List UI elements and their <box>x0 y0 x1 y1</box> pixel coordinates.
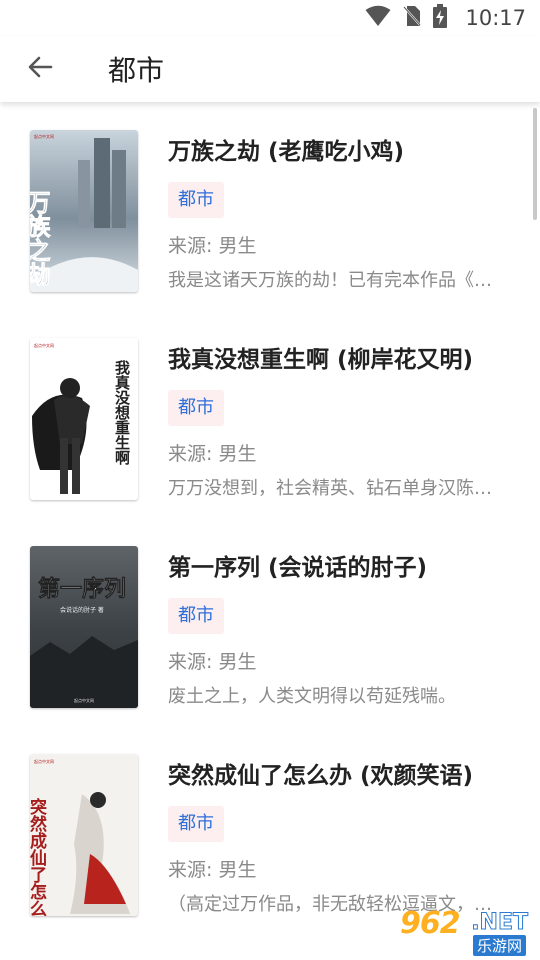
book-list-item[interactable]: 第一序列 会说话的肘子 著 起点中文网 第一序列 (会说话的肘子) 都市 来源:… <box>0 518 540 726</box>
wifi-icon <box>365 5 391 31</box>
cover-publisher: 起点中文网 <box>34 758 54 764</box>
cover-author: 会说话的肘子 著 <box>60 606 104 614</box>
page-title: 都市 <box>108 54 165 87</box>
back-button[interactable] <box>16 45 64 93</box>
cover-title: 突然成仙了怎么办 <box>30 797 47 916</box>
cover-publisher: 起点中文网 <box>74 697 94 703</box>
cover-title-char: 万族之劫 <box>30 190 50 287</box>
source-label: 来源: <box>168 859 219 881</box>
source-label: 来源: <box>168 443 219 465</box>
battery-charging-icon <box>433 4 448 32</box>
watermark-number: 962 <box>400 906 461 941</box>
book-cover: 万族之劫 起点中文网 <box>30 130 138 292</box>
book-description: 万万没想到，社会精英、钻石单身汉陈汉升，重生了 <box>168 478 504 499</box>
book-list-item[interactable]: 万族之劫 起点中文网 万族之劫 (老鹰吃小鸡) 都市 来源: 男生 我是这诸天万… <box>0 102 540 310</box>
cover-publisher: 起点中文网 <box>34 342 54 348</box>
book-source: 来源: 男生 <box>168 647 256 674</box>
watermark-domain: .NET <box>471 910 529 936</box>
cover-title-char: 我真没想重生啊 <box>113 359 131 466</box>
source-label: 来源: <box>168 651 219 673</box>
book-source: 来源: 男生 <box>168 231 256 258</box>
source-value: 男生 <box>218 443 257 465</box>
book-title: 我真没想重生啊 (柳岸花又明) <box>168 347 474 373</box>
book-source: 来源: 男生 <box>168 439 256 466</box>
source-value: 男生 <box>218 859 257 881</box>
scrollbar[interactable] <box>533 108 537 220</box>
book-list: 万族之劫 起点中文网 万族之劫 (老鹰吃小鸡) 都市 来源: 男生 我是这诸天万… <box>0 102 540 934</box>
book-list-item[interactable]: 起点中文网 我真没想重生啊 我真没想重生啊 (柳岸花又明) 都市 来源: 男生 … <box>0 310 540 518</box>
app-bar: 都市 <box>0 36 540 102</box>
no-sim-icon <box>403 5 422 31</box>
watermark-text: 乐游网 <box>472 935 526 956</box>
cover-title: 第一序列 <box>38 576 126 602</box>
cover-publisher: 起点中文网 <box>34 133 54 139</box>
status-bar: 10:17 <box>0 0 540 36</box>
source-value: 男生 <box>218 651 257 673</box>
book-title: 突然成仙了怎么办 (欢颜笑语) <box>168 763 474 789</box>
book-title: 第一序列 (会说话的肘子) <box>168 555 428 581</box>
status-icons: 10:17 <box>365 4 526 32</box>
category-tag[interactable]: 都市 <box>168 598 224 634</box>
category-tag[interactable]: 都市 <box>168 182 224 218</box>
category-tag[interactable]: 都市 <box>168 806 224 842</box>
source-label: 来源: <box>168 235 219 257</box>
source-value: 男生 <box>218 235 257 257</box>
book-cover: 第一序列 会说话的肘子 著 起点中文网 <box>30 546 138 708</box>
category-tag[interactable]: 都市 <box>168 390 224 426</box>
book-description: 废土之上，人类文明得以苟延残喘。 <box>168 686 456 707</box>
book-description: 我是这诸天万族的劫！已有完本作品《全球高武》 <box>168 270 504 291</box>
book-cover: 起点中文网 我真没想重生啊 <box>30 338 138 500</box>
status-time: 10:17 <box>465 6 526 30</box>
book-cover: 起点中文网 突然成仙了怎么办 <box>30 754 138 916</box>
book-source: 来源: 男生 <box>168 855 256 882</box>
book-title: 万族之劫 (老鹰吃小鸡) <box>168 139 405 165</box>
watermark-logo: 962 .NET 乐游网 <box>398 904 534 956</box>
book-list-item[interactable]: 起点中文网 突然成仙了怎么办 突然成仙了怎么办 (欢颜笑语) 都市 来源: 男生… <box>0 726 540 934</box>
arrow-left-icon <box>27 54 53 84</box>
